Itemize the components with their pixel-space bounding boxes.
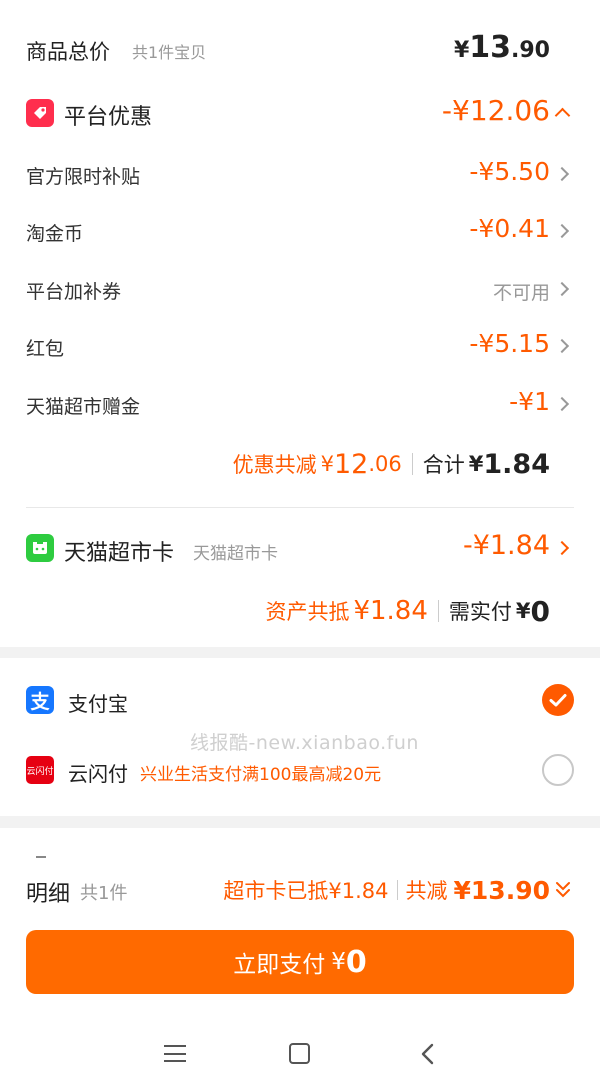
system-nav-bar xyxy=(0,1020,600,1090)
tmall-card-icon xyxy=(26,534,54,562)
chevron-right-icon xyxy=(554,338,570,354)
discount-total-int: 12 xyxy=(333,448,369,480)
sum-value: 1.84 xyxy=(483,448,550,480)
home-icon[interactable] xyxy=(289,1043,310,1064)
discount-item-redpacket[interactable]: 红包 -¥5.15 xyxy=(0,322,600,370)
asset-label: 资产共抵 xyxy=(265,600,350,624)
payment-option-unionpay[interactable]: 云闪付 云闪付 兴业生活支付满100最高减20元 xyxy=(0,744,600,796)
discount-item-value: 不可用 xyxy=(492,282,550,304)
radio-circle-icon[interactable] xyxy=(542,754,574,786)
asset-value: ¥1.84 xyxy=(353,596,428,626)
check-circle-icon[interactable] xyxy=(542,684,574,716)
tmall-card-sublabel: 天猫超市卡 xyxy=(193,544,278,564)
chevron-up-icon xyxy=(554,107,571,124)
menu-icon[interactable] xyxy=(164,1044,186,1064)
price-dec: .90 xyxy=(511,38,550,63)
tmall-card-row[interactable]: 天猫超市卡 天猫超市卡 -¥1.84 xyxy=(0,522,600,574)
pay-currency: ¥ xyxy=(515,599,531,623)
back-icon[interactable] xyxy=(418,1043,440,1065)
tmall-card-amount: -¥1.84 xyxy=(462,530,550,561)
asset-pay-row: 资产共抵 ¥1.84 需实付 ¥0 xyxy=(265,589,550,633)
unionpay-label: 云闪付 xyxy=(68,762,128,786)
double-chevron-down-icon[interactable] xyxy=(554,880,572,900)
section-divider xyxy=(26,507,574,508)
pay-label: 需实付 xyxy=(448,600,512,624)
dash-mark xyxy=(36,856,46,858)
discount-total-label: 优惠共减 xyxy=(232,453,317,477)
chevron-right-icon xyxy=(554,281,570,297)
chevron-right-icon xyxy=(554,223,570,239)
discount-item-coupon[interactable]: 平台加补券 不可用 xyxy=(0,265,600,313)
pay-button-value: 0 xyxy=(345,944,367,980)
price-int: 13 xyxy=(469,30,512,65)
discount-item-value: -¥0.41 xyxy=(469,214,550,243)
detail-total-label: 共减 xyxy=(405,879,448,903)
tmall-card-label: 天猫超市卡 xyxy=(64,541,175,566)
detail-count: 共1件 xyxy=(80,883,128,904)
order-summary-card: 商品总价 共1件宝贝 ¥13.90 平台优惠 -¥12.06 官方限时补贴 -¥… xyxy=(0,0,600,647)
discount-item-label: 平台加补券 xyxy=(26,281,122,303)
discount-total-currency: ¥ xyxy=(320,452,334,476)
alipay-icon: 支 xyxy=(26,686,54,714)
chevron-right-icon xyxy=(554,166,570,182)
platform-discount-label: 平台优惠 xyxy=(64,105,153,130)
discount-total-dec: .06 xyxy=(368,452,402,476)
platform-discount-amount: -¥12.06 xyxy=(441,94,550,127)
discount-item-label: 红包 xyxy=(26,338,65,360)
pay-button-currency: ¥ xyxy=(331,949,346,975)
payment-methods-card: 支 支付宝 线报酷-new.xianbao.fun 云闪付 云闪付 兴业生活支付… xyxy=(0,658,600,816)
discount-item-value: -¥1 xyxy=(509,387,550,416)
payment-option-alipay[interactable]: 支 支付宝 xyxy=(0,674,600,726)
discount-item-coins[interactable]: 淘金币 -¥0.41 xyxy=(0,207,600,255)
card-deduct-text: 超市卡已抵¥1.84 xyxy=(223,879,389,903)
discount-item-label: 官方限时补贴 xyxy=(26,166,141,188)
detail-label: 明细 xyxy=(26,882,71,907)
discount-item-label: 天猫超市赠金 xyxy=(26,396,141,418)
discount-item-bonus[interactable]: 天猫超市赠金 -¥1 xyxy=(0,380,600,428)
discount-item-value: -¥5.50 xyxy=(469,157,550,186)
detail-summary: 超市卡已抵¥1.84 共减 ¥13.90 xyxy=(223,870,550,910)
discount-item-value: -¥5.15 xyxy=(469,329,550,358)
chevron-right-icon xyxy=(554,540,570,556)
divider xyxy=(396,880,398,900)
discount-total-row: 优惠共减 ¥12.06 合计 ¥1.84 xyxy=(233,442,550,486)
discount-item-label: 淘金币 xyxy=(26,223,84,245)
pay-button-label: 立即支付 xyxy=(233,952,326,978)
detail-total-value: ¥13.90 xyxy=(453,875,550,905)
sum-currency: ¥ xyxy=(468,452,484,476)
price-currency: ¥ xyxy=(453,38,470,63)
unionpay-icon: 云闪付 xyxy=(26,756,54,784)
divider xyxy=(437,600,439,622)
unionpay-promo: 兴业生活支付满100最高减20元 xyxy=(140,765,382,785)
divider xyxy=(411,453,413,475)
discount-item-subsidy[interactable]: 官方限时补贴 -¥5.50 xyxy=(0,150,600,198)
chevron-right-icon xyxy=(554,396,570,412)
pay-value: 0 xyxy=(530,594,550,628)
sum-label: 合计 xyxy=(422,453,465,477)
coupon-tag-icon xyxy=(26,99,54,127)
item-count: 共1件宝贝 xyxy=(132,43,207,62)
pay-now-button[interactable]: 立即支付 ¥0 xyxy=(26,930,574,994)
total-price-label: 商品总价 xyxy=(26,40,110,64)
alipay-label: 支付宝 xyxy=(68,692,128,716)
detail-row[interactable]: 明细 共1件 超市卡已抵¥1.84 共减 ¥13.90 xyxy=(0,866,600,914)
total-price: ¥13.90 xyxy=(454,30,550,65)
platform-discount-header[interactable]: 平台优惠 -¥12.06 xyxy=(0,86,600,138)
